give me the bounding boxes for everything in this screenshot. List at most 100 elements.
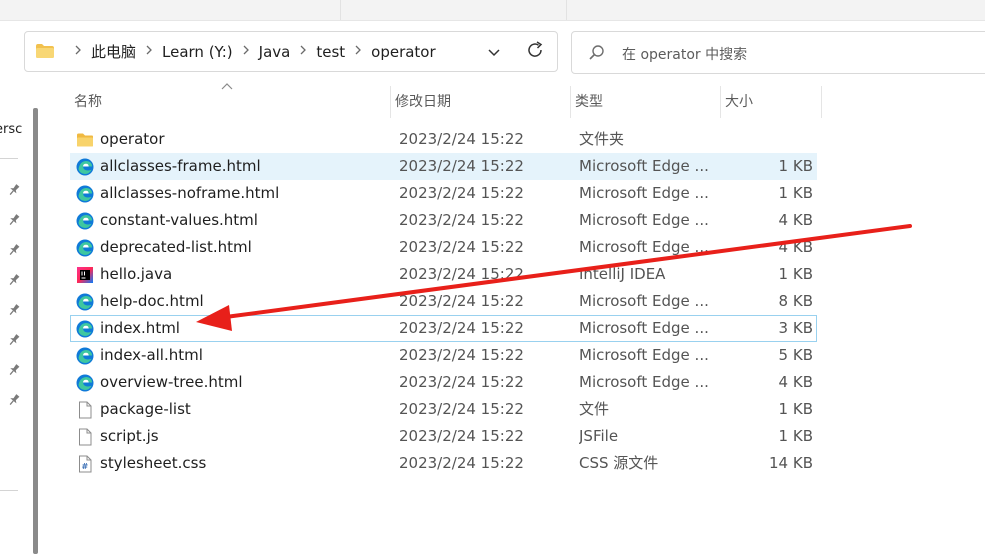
breadcrumb: 此电脑 Learn (Y:) Java test operator xyxy=(65,32,436,71)
search-box[interactable]: 在 operator 中搜索 xyxy=(571,31,985,74)
breadcrumb-item[interactable]: 此电脑 xyxy=(91,41,136,62)
search-input[interactable]: 在 operator 中搜索 xyxy=(622,44,747,64)
edge-icon xyxy=(76,320,94,338)
file-name[interactable]: package-list xyxy=(100,397,390,422)
file-date: 2023/2/24 15:22 xyxy=(399,427,524,445)
intellij-icon xyxy=(77,267,93,283)
pin-icon[interactable] xyxy=(7,273,21,287)
file-size xyxy=(721,127,813,152)
edge-icon xyxy=(76,239,94,257)
nav-item-fragment[interactable]: ersc xyxy=(0,122,22,137)
title-bar-strip xyxy=(0,0,985,21)
pin-icon[interactable] xyxy=(7,243,21,257)
file-row[interactable]: overview-tree.html 2023/2/24 15:22 Microso… xyxy=(70,369,817,396)
column-header: 名称 修改日期 类型 大小 xyxy=(70,86,822,118)
file-type: IntelliJ IDEA xyxy=(579,265,666,283)
breadcrumb-item[interactable]: Learn (Y:) xyxy=(162,43,233,61)
pin-icon[interactable] xyxy=(7,363,21,377)
file-size: 4 KB xyxy=(778,211,813,229)
file-name[interactable]: index-all.html xyxy=(100,343,390,368)
pin-icon[interactable] xyxy=(7,303,21,317)
file-name[interactable]: script.js xyxy=(100,424,390,449)
breadcrumb-item[interactable]: test xyxy=(316,43,345,61)
chevron-right-icon xyxy=(243,45,249,55)
file-row[interactable]: package-list 2023/2/24 15:22 文件 1 KB xyxy=(70,396,817,423)
file-size: 1 KB xyxy=(778,400,813,418)
file-icon xyxy=(79,428,92,446)
file-date: 2023/2/24 15:22 xyxy=(399,157,524,175)
svg-text:#: # xyxy=(82,462,89,471)
file-row[interactable]: help-doc.html 2023/2/24 15:22 Microsoft Ed… xyxy=(70,288,817,315)
file-type: Microsoft Edge ... xyxy=(579,184,709,202)
file-date: 2023/2/24 15:22 xyxy=(399,400,524,418)
file-row[interactable]: script.js 2023/2/24 15:22 JSFile 1 KB xyxy=(70,423,817,450)
file-name[interactable]: operator xyxy=(100,127,390,152)
file-row[interactable]: constant-values.html 2023/2/24 15:22 Micro… xyxy=(70,207,817,234)
file-type: Microsoft Edge ... xyxy=(579,292,709,310)
file-row[interactable]: allclasses-frame.html 2023/2/24 15:22 Micr… xyxy=(70,153,817,180)
file-name[interactable]: constant-values.html xyxy=(100,208,390,233)
edge-icon xyxy=(76,185,94,203)
file-type: JSFile xyxy=(579,427,619,445)
file-row[interactable]: # stylesheet.css 2023/2/24 15:22 CSS 源文件 14 … xyxy=(70,450,817,477)
file-type: 文件 xyxy=(579,400,610,418)
column-date[interactable]: 修改日期 xyxy=(391,86,571,118)
file-date: 2023/2/24 15:22 xyxy=(399,319,524,337)
file-size: 8 KB xyxy=(778,292,813,310)
breadcrumb-item[interactable]: operator xyxy=(371,43,436,61)
file-row[interactable]: index-all.html 2023/2/24 15:22 Microsoft E… xyxy=(70,342,817,369)
file-size: 3 KB xyxy=(778,319,813,337)
file-row[interactable]: operator 2023/2/24 15:22 文件夹 xyxy=(70,126,817,153)
file-size: 5 KB xyxy=(778,346,813,364)
chevron-right-icon xyxy=(75,45,81,55)
breadcrumb-item[interactable]: Java xyxy=(259,43,291,61)
pin-icon[interactable] xyxy=(7,183,21,197)
file-size: 1 KB xyxy=(778,265,813,283)
file-type: CSS 源文件 xyxy=(579,454,659,472)
edge-icon xyxy=(76,158,94,176)
file-name[interactable]: help-doc.html xyxy=(100,289,390,314)
file-name[interactable]: allclasses-frame.html xyxy=(100,154,390,179)
edge-icon xyxy=(76,374,94,392)
address-bar[interactable]: 此电脑 Learn (Y:) Java test operator xyxy=(24,31,558,72)
file-date: 2023/2/24 15:22 xyxy=(399,265,524,283)
file-name[interactable]: allclasses-noframe.html xyxy=(100,181,390,206)
file-date: 2023/2/24 15:22 xyxy=(399,373,524,391)
folder-icon xyxy=(77,133,93,147)
file-date: 2023/2/24 15:22 xyxy=(399,130,524,148)
file-size: 1 KB xyxy=(778,184,813,202)
chevron-right-icon xyxy=(146,45,152,55)
pin-icon[interactable] xyxy=(7,393,21,407)
file-name[interactable]: hello.java xyxy=(100,262,390,287)
divider xyxy=(0,490,18,491)
file-type: Microsoft Edge ... xyxy=(579,346,709,364)
column-size[interactable]: 大小 xyxy=(721,86,822,118)
file-type: Microsoft Edge ... xyxy=(579,238,709,256)
file-row[interactable]: index.html 2023/2/24 15:22 Microsoft Edge … xyxy=(70,315,817,342)
file-name[interactable]: overview-tree.html xyxy=(100,370,390,395)
column-name[interactable]: 名称 xyxy=(70,86,391,118)
refresh-icon[interactable] xyxy=(524,39,546,61)
file-name[interactable]: stylesheet.css xyxy=(100,451,390,476)
edge-icon xyxy=(76,347,94,365)
chevron-right-icon xyxy=(300,45,307,55)
file-type: Microsoft Edge ... xyxy=(579,373,709,391)
chevron-down-icon[interactable] xyxy=(485,43,503,61)
file-size: 1 KB xyxy=(778,427,813,445)
file-name[interactable]: deprecated-list.html xyxy=(100,235,390,260)
title-bar-segment xyxy=(340,0,567,20)
divider xyxy=(0,158,18,159)
pin-icon[interactable] xyxy=(7,333,21,347)
file-name[interactable]: index.html xyxy=(100,316,390,341)
file-date: 2023/2/24 15:22 xyxy=(399,454,524,472)
nav-scrollbar[interactable] xyxy=(33,108,38,554)
column-type[interactable]: 类型 xyxy=(571,86,721,118)
file-date: 2023/2/24 15:22 xyxy=(399,346,524,364)
file-row[interactable]: deprecated-list.html 2023/2/24 15:22 Micro… xyxy=(70,234,817,261)
edge-icon xyxy=(76,293,94,311)
file-row[interactable]: allclasses-noframe.html 2023/2/24 15:22 Mi… xyxy=(70,180,817,207)
edge-icon xyxy=(76,212,94,230)
file-row[interactable]: hello.java 2023/2/24 15:22 IntelliJ IDEA 1 … xyxy=(70,261,817,288)
file-date: 2023/2/24 15:22 xyxy=(399,238,524,256)
pin-icon[interactable] xyxy=(7,213,21,227)
